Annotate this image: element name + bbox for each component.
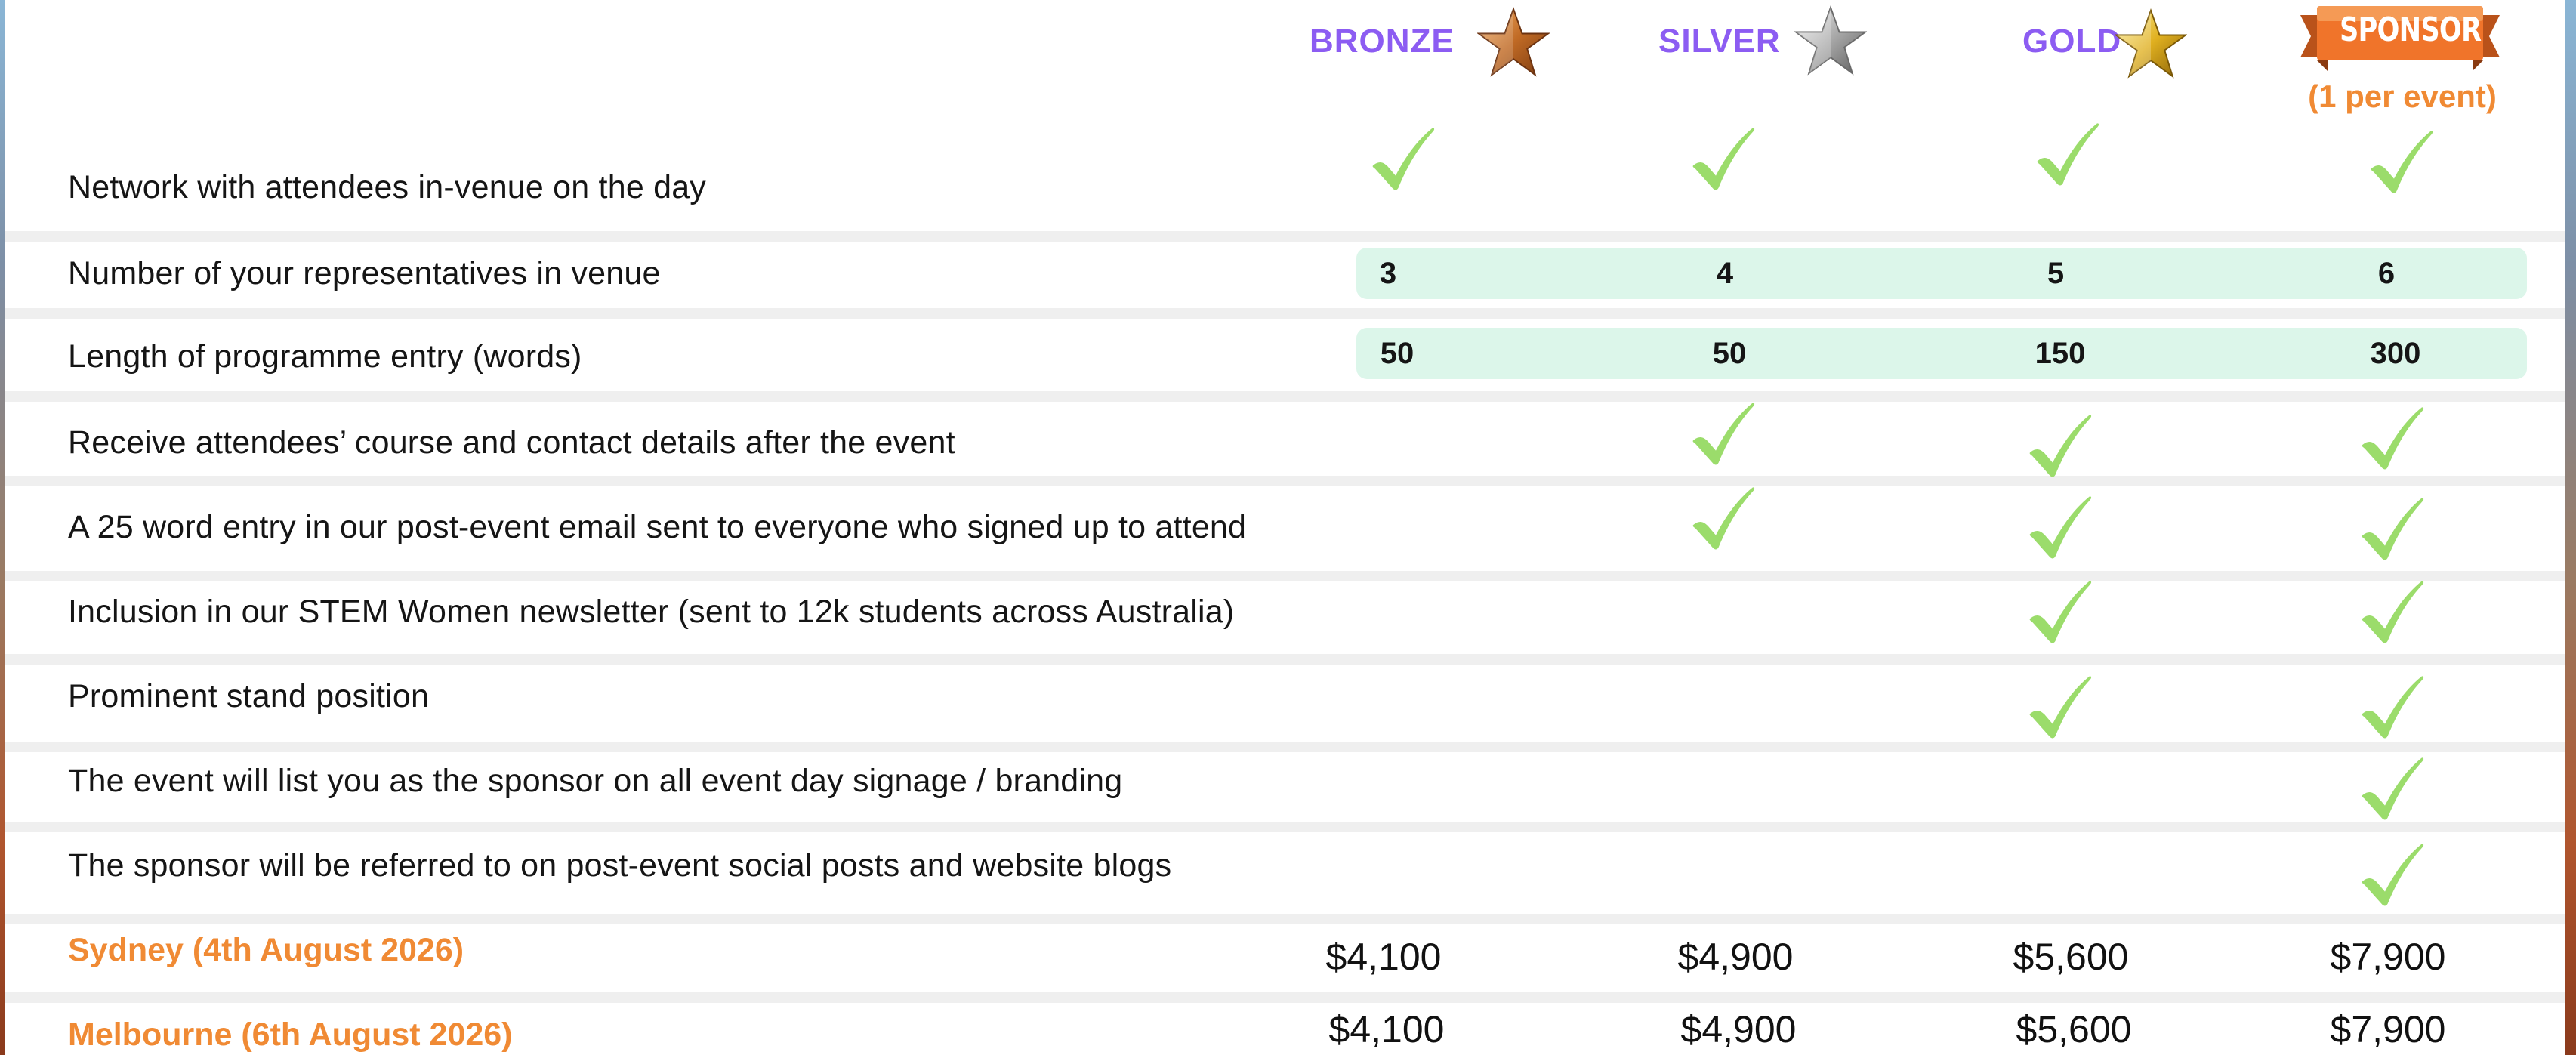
representatives-bronze: 3	[1379, 257, 1397, 290]
sponsor-note: (1 per event)	[2308, 79, 2497, 114]
checkmark-icon	[2367, 128, 2435, 196]
city-label-sydney: Sydney (4th August 2026)	[68, 932, 464, 968]
price-melbourne-silver: $4,900	[1680, 1008, 1797, 1050]
checkmark-icon	[2025, 412, 2093, 480]
row-divider	[5, 571, 2565, 581]
silver-star-icon	[1794, 5, 1867, 77]
row-divider	[5, 654, 2565, 665]
sponsorship-table: BRONZE SILVER GOLD SPONSOR (1 per event)…	[5, 0, 2565, 1055]
row-divider	[5, 822, 2565, 832]
checkmark-icon	[2358, 841, 2426, 909]
row-divider	[5, 391, 2565, 402]
price-melbourne-sponsor: $7,900	[2330, 1008, 2446, 1050]
price-sydney-silver: $4,900	[1677, 936, 1794, 978]
feature-label: Receive attendees’ course and contact de…	[68, 424, 955, 461]
row-divider	[5, 231, 2565, 242]
price-sydney-bronze: $4,100	[1325, 936, 1442, 978]
tier-heading-sponsor: SPONSOR	[2340, 11, 2482, 49]
feature-label: Inclusion in our STEM Women newsletter (…	[68, 594, 1235, 630]
programme-words-silver: 50	[1712, 337, 1747, 370]
programme-words-bronze: 50	[1380, 337, 1414, 370]
checkmark-icon	[1689, 485, 1757, 553]
feature-label: Length of programme entry (words)	[68, 338, 582, 375]
row-divider	[5, 742, 2565, 752]
checkmark-icon	[2358, 755, 2426, 823]
programme-words-gold: 150	[2035, 337, 2086, 370]
bronze-star-icon	[1477, 6, 1550, 79]
checkmark-icon	[2025, 494, 2093, 562]
row-divider	[5, 914, 2565, 924]
feature-label: The event will list you as the sponsor o…	[68, 763, 1123, 799]
feature-label: Number of your representatives in venue	[68, 255, 661, 292]
feature-label: Prominent stand position	[68, 678, 430, 714]
checkmark-icon	[2358, 674, 2426, 742]
tier-heading-bronze: BRONZE	[1310, 23, 1455, 60]
tier-heading-silver: SILVER	[1658, 23, 1781, 60]
feature-label: A 25 word entry in our post-event email …	[68, 509, 1247, 545]
checkmark-icon	[1368, 125, 1436, 193]
price-sydney-gold: $5,600	[2013, 936, 2129, 978]
checkmark-icon	[1689, 400, 1757, 468]
price-melbourne-gold: $5,600	[2016, 1008, 2132, 1050]
tier-heading-gold: GOLD	[2022, 23, 2122, 60]
checkmark-icon	[2025, 578, 2093, 646]
checkmark-icon	[2033, 121, 2101, 189]
programme-words-sponsor: 300	[2370, 337, 2421, 370]
city-label-melbourne: Melbourne (6th August 2026)	[68, 1016, 513, 1053]
feature-label: The sponsor will be referred to on post-…	[68, 847, 1172, 884]
representatives-gold: 5	[2047, 257, 2065, 290]
gold-star-icon	[2115, 8, 2187, 80]
checkmark-icon	[2358, 578, 2426, 646]
representatives-sponsor: 6	[2377, 257, 2396, 290]
feature-label: Network with attendees in-venue on the d…	[68, 169, 707, 205]
price-sydney-sponsor: $7,900	[2330, 936, 2446, 978]
checkmark-icon	[2358, 495, 2426, 563]
checkmark-icon	[2358, 405, 2426, 473]
checkmark-icon	[1689, 125, 1757, 193]
row-divider	[5, 476, 2565, 486]
representatives-silver: 4	[1716, 257, 1734, 290]
price-melbourne-bronze: $4,100	[1328, 1008, 1445, 1050]
checkmark-icon	[2025, 674, 2093, 742]
row-divider	[5, 992, 2565, 1003]
row-divider	[5, 308, 2565, 319]
